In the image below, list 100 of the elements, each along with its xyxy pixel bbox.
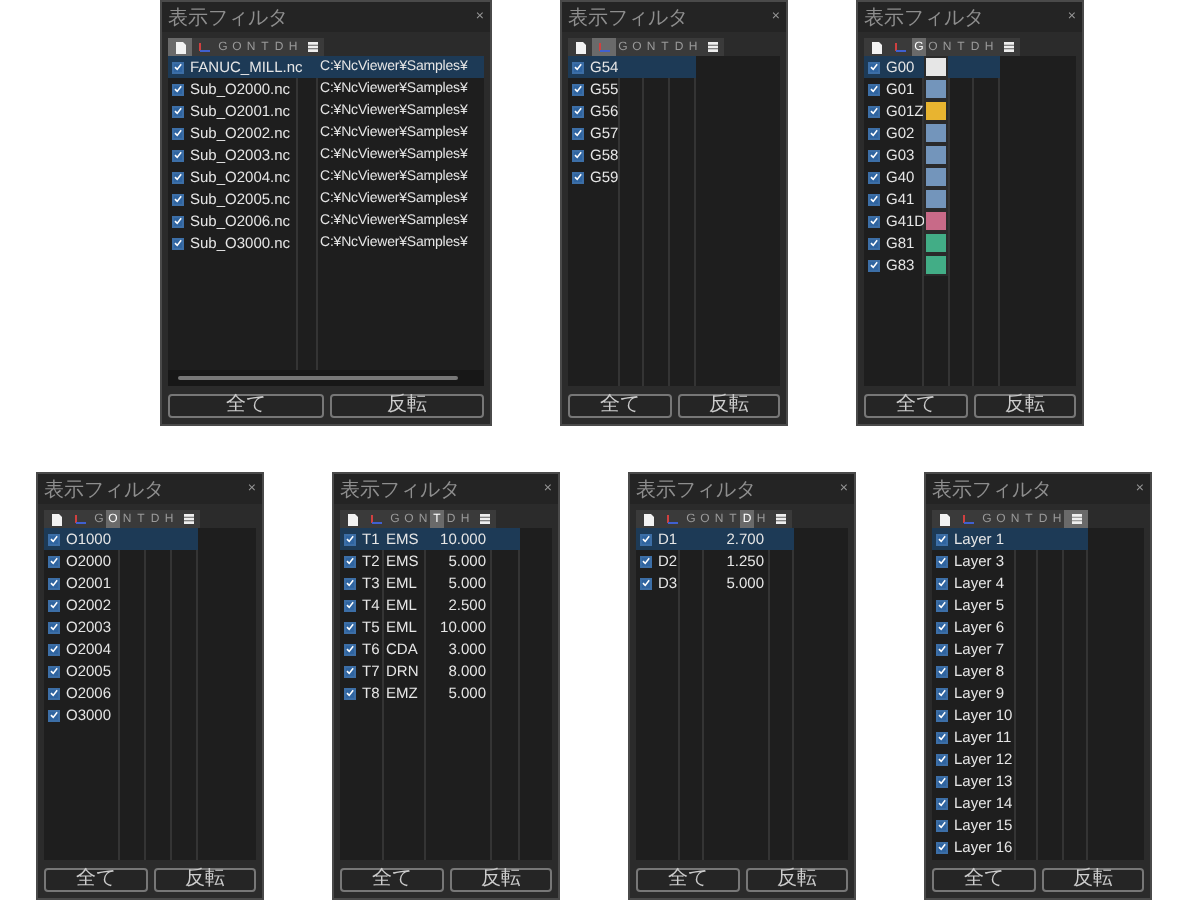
- checkbox[interactable]: [640, 555, 652, 567]
- check-icon: [574, 172, 582, 182]
- checkbox[interactable]: [48, 709, 60, 721]
- check-icon: [50, 666, 58, 676]
- document-icon: [175, 41, 185, 53]
- filter-tab[interactable]: [1064, 510, 1088, 528]
- checkbox[interactable]: [868, 83, 880, 95]
- checkbox[interactable]: [868, 259, 880, 271]
- filter-button[interactable]: 全て: [864, 394, 967, 418]
- checkbox[interactable]: [868, 127, 880, 139]
- checkbox[interactable]: [344, 643, 356, 655]
- checkbox[interactable]: [936, 577, 948, 589]
- check-icon: [870, 106, 878, 116]
- checkbox[interactable]: [572, 61, 584, 73]
- checkbox[interactable]: [344, 533, 356, 545]
- check-icon: [174, 216, 182, 226]
- checkbox[interactable]: [936, 621, 948, 633]
- checkbox[interactable]: [936, 841, 948, 853]
- checkbox[interactable]: [572, 83, 584, 95]
- checkbox[interactable]: [172, 193, 184, 205]
- check-icon: [642, 556, 650, 566]
- checkbox[interactable]: [868, 61, 880, 73]
- filter-button[interactable]: 反転: [449, 868, 552, 892]
- filter-button[interactable]: 全て: [340, 868, 443, 892]
- checkbox[interactable]: [572, 127, 584, 139]
- axes-icon: [666, 514, 678, 524]
- document-icon: [871, 41, 881, 53]
- filter-button[interactable]: 全て: [568, 394, 671, 418]
- checkbox[interactable]: [172, 215, 184, 227]
- checkbox[interactable]: [172, 83, 184, 95]
- checkbox[interactable]: [936, 819, 948, 831]
- checkbox[interactable]: [48, 577, 60, 589]
- checkbox[interactable]: [640, 577, 652, 589]
- check-icon: [50, 622, 58, 632]
- filter-button[interactable]: 全て: [44, 868, 147, 892]
- checkbox[interactable]: [172, 61, 184, 73]
- panel-title: 表示フィルタ: [636, 477, 756, 503]
- checkbox[interactable]: [936, 533, 948, 545]
- filter-tab[interactable]: [168, 38, 192, 56]
- checkbox[interactable]: [868, 237, 880, 249]
- checkbox[interactable]: [936, 775, 948, 787]
- panel-title: 表示フィルタ: [44, 477, 164, 503]
- check-icon: [938, 776, 946, 786]
- checkbox[interactable]: [172, 171, 184, 183]
- checkbox[interactable]: [344, 687, 356, 699]
- checkbox[interactable]: [936, 555, 948, 567]
- checkbox[interactable]: [344, 621, 356, 633]
- check-icon: [346, 578, 354, 588]
- checkbox[interactable]: [936, 599, 948, 611]
- checkbox[interactable]: [572, 171, 584, 183]
- checkbox[interactable]: [572, 149, 584, 161]
- checkbox[interactable]: [936, 687, 948, 699]
- checkbox[interactable]: [48, 665, 60, 677]
- filter-button[interactable]: 反転: [677, 394, 780, 418]
- filter-button[interactable]: 全て: [636, 868, 739, 892]
- checkbox[interactable]: [868, 193, 880, 205]
- checkbox[interactable]: [172, 127, 184, 139]
- checkbox[interactable]: [344, 665, 356, 677]
- panel-title: 表示フィルタ: [864, 5, 984, 31]
- checkbox[interactable]: [936, 797, 948, 809]
- filter-button[interactable]: 全て: [932, 868, 1035, 892]
- checkbox[interactable]: [936, 665, 948, 677]
- check-icon: [174, 128, 182, 138]
- horizontal-scrollbar[interactable]: [168, 370, 484, 386]
- checkbox[interactable]: [936, 709, 948, 721]
- checkbox[interactable]: [48, 555, 60, 567]
- checkbox[interactable]: [868, 171, 880, 183]
- filter-button[interactable]: 反転: [153, 868, 256, 892]
- checkbox[interactable]: [936, 731, 948, 743]
- checkbox[interactable]: [868, 105, 880, 117]
- checkbox[interactable]: [48, 599, 60, 611]
- axes-icon: [894, 42, 906, 52]
- checkbox[interactable]: [344, 555, 356, 567]
- scrollbar-thumb[interactable]: [178, 376, 458, 380]
- checkbox[interactable]: [344, 577, 356, 589]
- check-icon: [346, 644, 354, 654]
- filter-button[interactable]: 反転: [1041, 868, 1144, 892]
- checkbox[interactable]: [48, 533, 60, 545]
- filter-button[interactable]: 全て: [168, 394, 323, 418]
- checkbox[interactable]: [936, 643, 948, 655]
- checkbox[interactable]: [172, 105, 184, 117]
- filter-button[interactable]: 反転: [973, 394, 1076, 418]
- checkbox[interactable]: [572, 105, 584, 117]
- checkbox[interactable]: [868, 149, 880, 161]
- filter-button[interactable]: 反転: [329, 394, 484, 418]
- checkbox[interactable]: [48, 643, 60, 655]
- check-icon: [174, 62, 182, 72]
- check-icon: [50, 644, 58, 654]
- checkbox[interactable]: [172, 149, 184, 161]
- checkbox[interactable]: [48, 687, 60, 699]
- check-icon: [574, 84, 582, 94]
- check-icon: [938, 666, 946, 676]
- filter-button[interactable]: 反転: [745, 868, 848, 892]
- layers-icon: [1003, 42, 1013, 52]
- checkbox[interactable]: [868, 215, 880, 227]
- checkbox[interactable]: [936, 753, 948, 765]
- checkbox[interactable]: [344, 599, 356, 611]
- checkbox[interactable]: [640, 533, 652, 545]
- checkbox[interactable]: [48, 621, 60, 633]
- checkbox[interactable]: [172, 237, 184, 249]
